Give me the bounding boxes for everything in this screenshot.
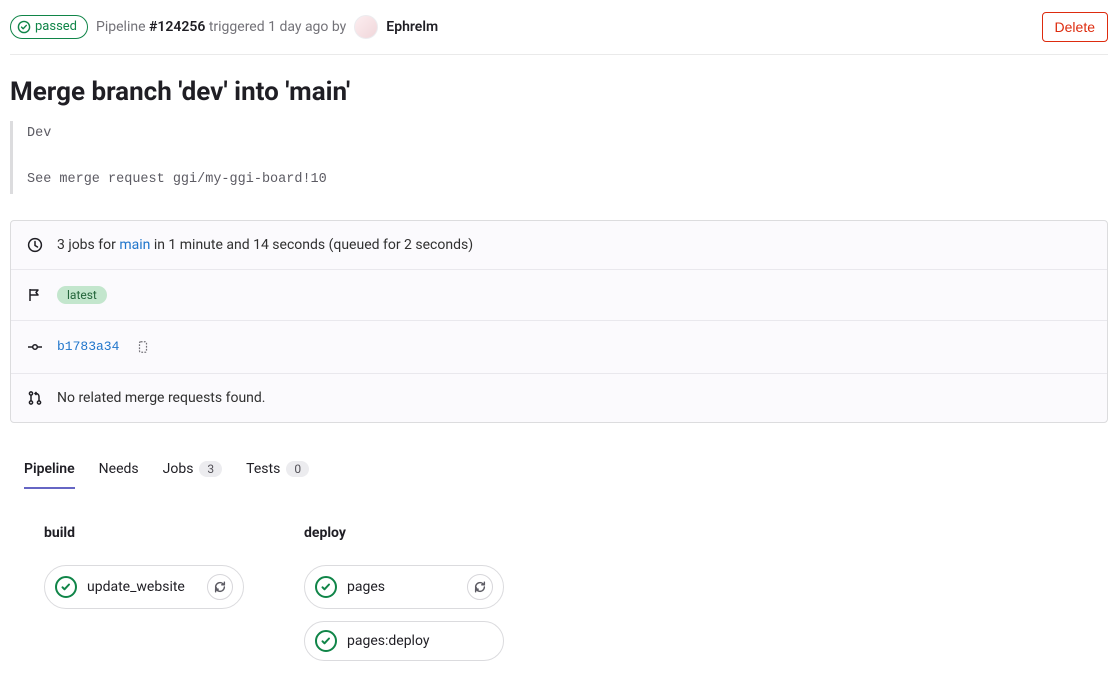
stage-deploy: deploy pages pages:deploy [304,525,504,673]
job-pages-deploy[interactable]: pages:deploy [304,621,504,661]
retry-button[interactable] [207,574,233,600]
author-name[interactable]: Ephrelm [386,19,438,35]
clipboard-icon [136,340,150,354]
merge-request-icon [27,390,43,406]
pipeline-trigger-text: Pipeline #124256 triggered 1 day ago by [96,19,346,35]
status-badge[interactable]: passed [10,15,88,39]
jobs-count-badge: 3 [199,461,222,477]
branch-link[interactable]: main [119,237,150,253]
mr-text: No related merge requests found. [57,390,265,406]
pipeline-info-card: 3 jobs for main in 1 minute and 14 secon… [10,220,1108,423]
stage-title: build [44,525,244,541]
retry-icon [473,580,487,594]
clock-icon [27,237,43,253]
avatar[interactable] [354,15,378,39]
info-row-mr: No related merge requests found. [11,374,1107,422]
check-circle-icon [17,20,31,34]
info-row-flag: latest [11,270,1107,321]
stage-title: deploy [304,525,504,541]
tabs: Pipeline Needs Jobs3 Tests0 [10,451,1108,489]
info-row-commit: b1783a34 [11,321,1107,374]
info-row-jobs: 3 jobs for main in 1 minute and 14 secon… [11,221,1107,270]
commit-icon [27,339,43,355]
success-icon [315,576,337,598]
status-label: passed [35,19,77,35]
pipeline-header: passed Pipeline #124256 triggered 1 day … [10,8,1108,55]
tests-count-badge: 0 [286,461,309,477]
page-title: Merge branch 'dev' into 'main' [10,77,1108,107]
flag-icon [27,287,43,303]
success-icon [315,630,337,652]
retry-button[interactable] [467,574,493,600]
commit-message: Dev See merge request ggi/my-ggi-board!1… [10,121,1108,194]
stage-build: build update_website [44,525,244,673]
pipeline-graph: build update_website deploy pages pages:… [10,525,1108,673]
tag-latest: latest [57,286,107,304]
copy-sha-button[interactable] [133,337,153,357]
commit-sha-link[interactable]: b1783a34 [57,339,119,354]
jobs-summary: 3 jobs for main in 1 minute and 14 secon… [57,237,473,253]
tab-needs[interactable]: Needs [99,451,139,489]
success-icon [55,576,77,598]
delete-button[interactable]: Delete [1042,12,1108,42]
tab-tests[interactable]: Tests0 [246,451,309,489]
retry-icon [213,580,227,594]
job-update-website[interactable]: update_website [44,565,244,609]
job-name: pages:deploy [347,633,493,649]
pipeline-id: #124256 [149,19,205,35]
tab-pipeline[interactable]: Pipeline [24,451,75,489]
job-name: update_website [87,579,197,595]
job-name: pages [347,579,457,595]
job-pages[interactable]: pages [304,565,504,609]
tab-jobs[interactable]: Jobs3 [163,451,223,489]
